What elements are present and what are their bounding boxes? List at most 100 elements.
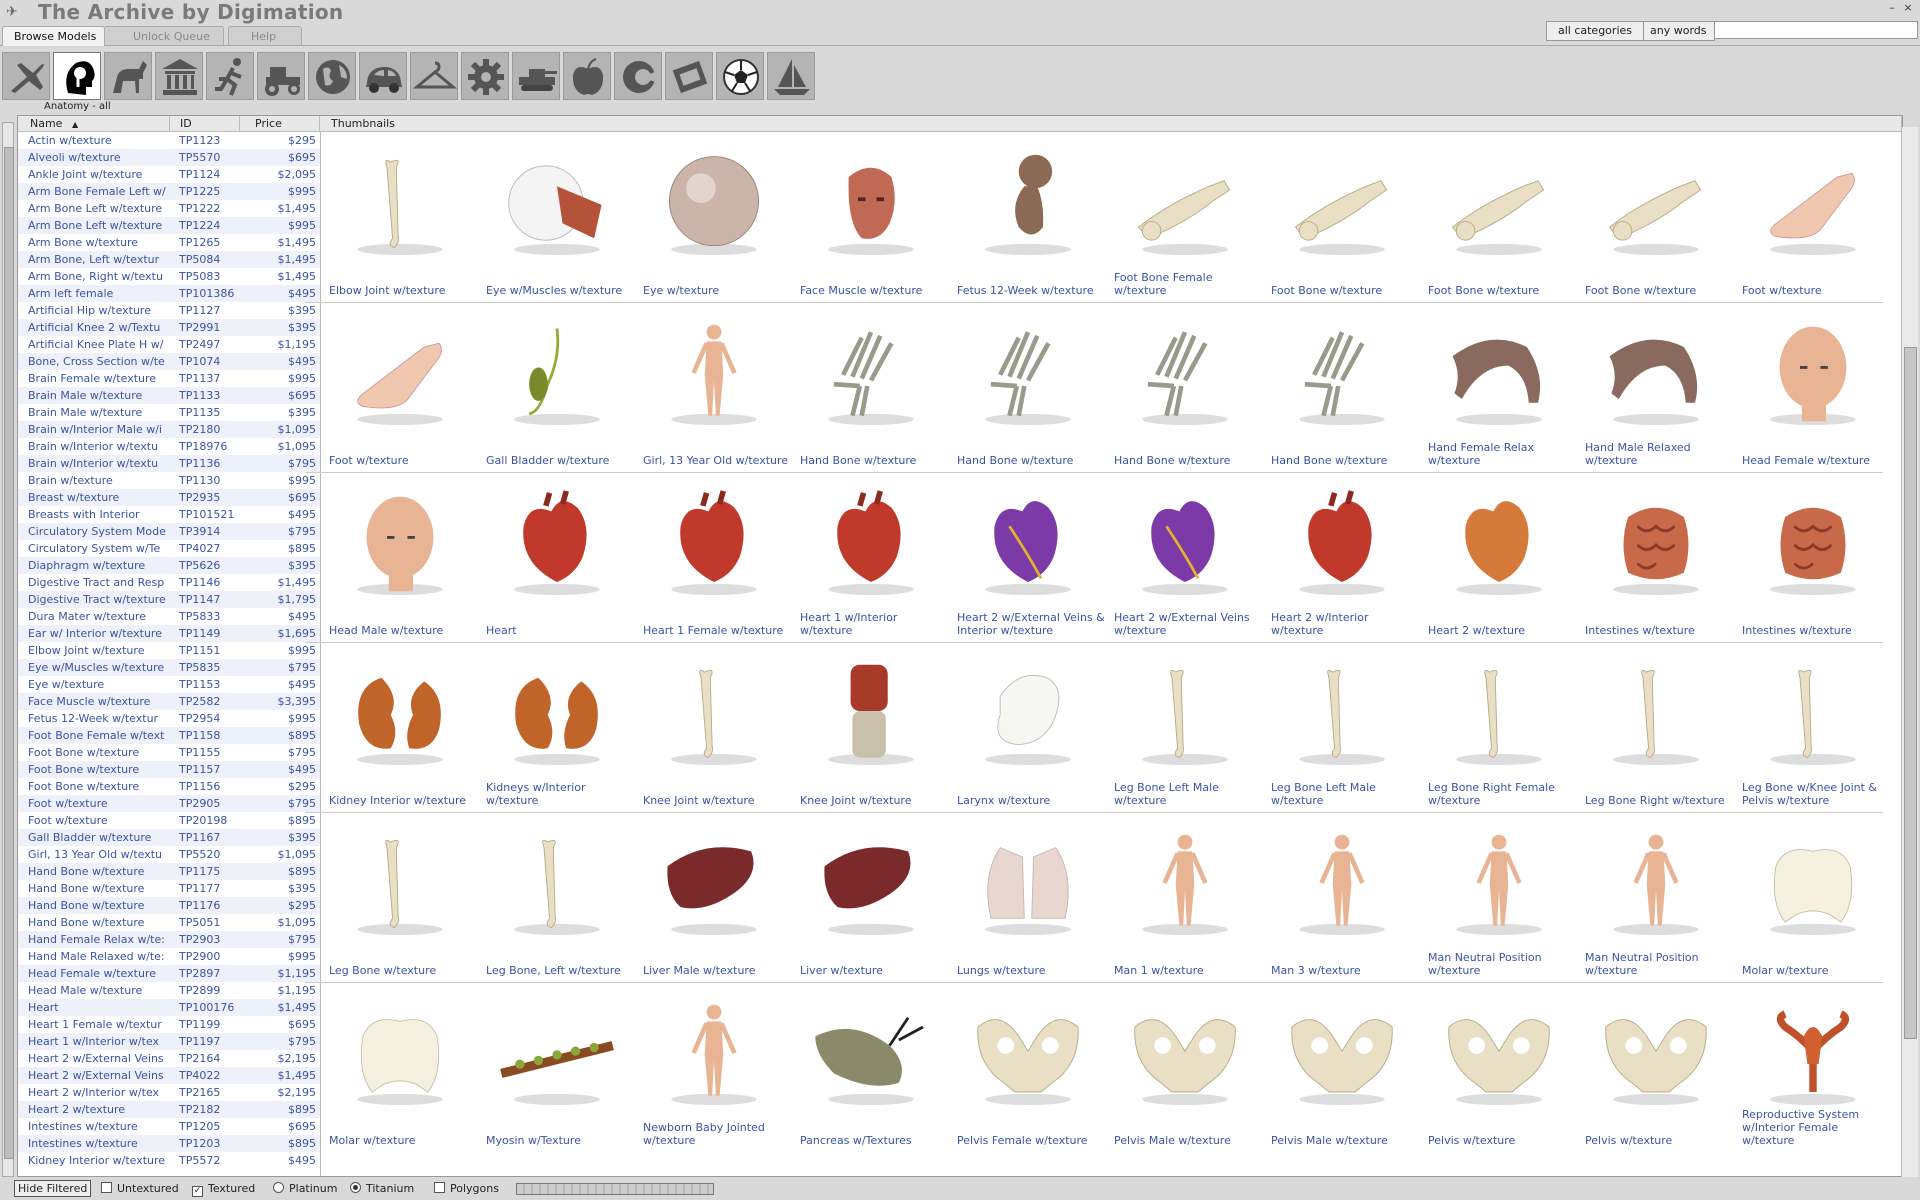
thumbnail-item[interactable]: Intestines w/texture (1577, 473, 1734, 643)
category-button-sailboat[interactable] (767, 52, 815, 100)
thumbnail-item[interactable]: Eye w/Muscles w/texture (478, 133, 635, 303)
list-row[interactable]: Heart 2 w/External Veins TP4022 $1,495 (18, 1067, 320, 1084)
list-row[interactable]: Hand Bone w/texture TP1176 $295 (18, 897, 320, 914)
list-row[interactable]: Arm Bone, Left w/textur TP5084 $1,495 (18, 251, 320, 268)
thumbnail-item[interactable]: Reproductive System w/Interior Female w/… (1734, 983, 1891, 1153)
thumbnail-item[interactable]: Leg Bone w/Knee Joint & Pelvis w/texture (1734, 643, 1891, 813)
thumbnail-item[interactable]: Head Male w/texture (321, 473, 478, 643)
list-row[interactable]: Intestines w/texture TP1203 $895 (18, 1135, 320, 1152)
list-row[interactable]: Hand Female Relax w/te: TP2903 $795 (18, 931, 320, 948)
category-button-abstract[interactable] (614, 52, 662, 100)
list-row[interactable]: Diaphragm w/texture TP5626 $395 (18, 557, 320, 574)
thumbnail-item[interactable]: Foot Bone w/texture (1263, 133, 1420, 303)
list-row[interactable]: Circulatory System w/Te TP4027 $895 (18, 540, 320, 557)
list-row[interactable]: Hand Bone w/texture TP1175 $895 (18, 863, 320, 880)
thumbnail-item[interactable]: Lungs w/texture (949, 813, 1106, 983)
list-row[interactable]: Intestines w/texture TP1205 $695 (18, 1118, 320, 1135)
list-row[interactable]: Arm Bone w/texture TP1265 $1,495 (18, 234, 320, 251)
list-row[interactable]: Bone, Cross Section w/te TP1074 $495 (18, 353, 320, 370)
list-row[interactable]: Hand Male Relaxed w/te: TP2900 $995 (18, 948, 320, 965)
list-row[interactable]: Arm Bone Left w/texture TP1224 $995 (18, 217, 320, 234)
list-row[interactable]: Arm left female TP101386 $495 (18, 285, 320, 302)
thumbnail-item[interactable]: Leg Bone Right w/texture (1577, 643, 1734, 813)
thumbnail-item[interactable]: Leg Bone Left Male w/texture (1263, 643, 1420, 813)
thumbnail-item[interactable]: Hand Bone w/texture (792, 303, 949, 473)
list-row[interactable]: Eye w/Muscles w/texture TP5835 $795 (18, 659, 320, 676)
thumbnail-item[interactable]: Man Neutral Position w/texture (1577, 813, 1734, 983)
left-scrollbar[interactable] (2, 122, 14, 1177)
thumbnail-item[interactable]: Man 1 w/texture (1106, 813, 1263, 983)
thumbnail-item[interactable]: Leg Bone, Left w/texture (478, 813, 635, 983)
list-row[interactable]: Artificial Hip w/texture TP1127 $395 (18, 302, 320, 319)
category-button-film[interactable] (665, 52, 713, 100)
thumbnail-item[interactable]: Knee Joint w/texture (635, 643, 792, 813)
thumbnail-item[interactable]: Leg Bone w/texture (321, 813, 478, 983)
list-row[interactable]: Brain w/Interior w/textu TP1136 $795 (18, 455, 320, 472)
thumbnail-item[interactable]: Man Neutral Position w/texture (1420, 813, 1577, 983)
list-row[interactable]: Eye w/texture TP1153 $495 (18, 676, 320, 693)
thumbnail-item[interactable]: Leg Bone Left Male w/texture (1106, 643, 1263, 813)
thumbnail-item[interactable]: Foot w/texture (321, 303, 478, 473)
category-button-apple[interactable] (563, 52, 611, 100)
list-row[interactable]: Dura Mater w/texture TP5833 $495 (18, 608, 320, 625)
thumbnail-item[interactable]: Hand Bone w/texture (949, 303, 1106, 473)
column-header-id[interactable]: ID (170, 116, 240, 132)
list-row[interactable]: Arm Bone, Right w/textu TP5083 $1,495 (18, 268, 320, 285)
thumbnail-item[interactable]: Fetus 12-Week w/texture (949, 133, 1106, 303)
thumbnail-item[interactable]: Elbow Joint w/texture (321, 133, 478, 303)
left-scrollbar-thumb[interactable] (4, 147, 14, 1159)
thumbnail-item[interactable]: Heart 2 w/External Veins w/texture (1106, 473, 1263, 643)
thumbnail-item[interactable]: Hand Female Relax w/texture (1420, 303, 1577, 473)
list-row[interactable]: Digestive Tract and Resp TP1146 $1,495 (18, 574, 320, 591)
thumbnail-item[interactable]: Foot Bone w/texture (1577, 133, 1734, 303)
thumbnail-item[interactable]: Pelvis w/texture (1577, 983, 1734, 1153)
thumbnail-item[interactable]: Pancreas w/Textures (792, 983, 949, 1153)
list-row[interactable]: Girl, 13 Year Old w/textu TP5520 $1,095 (18, 846, 320, 863)
list-row[interactable]: Foot w/texture TP20198 $895 (18, 812, 320, 829)
thumbnail-item[interactable]: Hand Bone w/texture (1106, 303, 1263, 473)
thumbnail-item[interactable]: Foot Bone w/texture (1420, 133, 1577, 303)
thumbnail-item[interactable]: Liver Male w/texture (635, 813, 792, 983)
platinum-radio[interactable]: Platinum (273, 1182, 337, 1195)
match-mode-dropdown[interactable]: any words (1643, 21, 1715, 41)
list-row[interactable]: Alveoli w/texture TP5570 $695 (18, 149, 320, 166)
list-row[interactable]: Heart 2 w/texture TP2182 $895 (18, 1101, 320, 1118)
tab-help[interactable]: Help (228, 26, 302, 46)
polygons-checkbox[interactable]: Polygons (434, 1182, 499, 1195)
titanium-radio-dot[interactable] (350, 1182, 361, 1193)
thumbnail-item[interactable]: Pelvis Male w/texture (1106, 983, 1263, 1153)
category-dropdown[interactable]: all categories (1546, 21, 1644, 41)
minimize-button[interactable]: – (1886, 1, 1898, 14)
category-button-gear[interactable] (461, 52, 509, 100)
thumbnail-item[interactable]: Face Muscle w/texture (792, 133, 949, 303)
list-row[interactable]: Breasts with Interior TP101521 $495 (18, 506, 320, 523)
thumbnail-item[interactable]: Eye w/texture (635, 133, 792, 303)
tab-unlock-queue[interactable]: Unlock Queue (104, 26, 224, 46)
list-row[interactable]: Circulatory System Mode TP3914 $795 (18, 523, 320, 540)
thumbnail-item[interactable]: Molar w/texture (321, 983, 478, 1153)
list-row[interactable]: Ankle Joint w/texture TP1124 $2,095 (18, 166, 320, 183)
thumbnail-item[interactable]: Hand Male Relaxed w/texture (1577, 303, 1734, 473)
textured-checkbox-box[interactable]: ✓ (192, 1186, 203, 1197)
list-row[interactable]: Head Female w/texture TP2897 $1,195 (18, 965, 320, 982)
list-row[interactable]: Heart TP100176 $1,495 (18, 999, 320, 1016)
thumbnail-item[interactable]: Gall Bladder w/texture (478, 303, 635, 473)
thumbnail-item[interactable]: Leg Bone Right Female w/texture (1420, 643, 1577, 813)
list-row[interactable]: Fetus 12-Week w/textur TP2954 $995 (18, 710, 320, 727)
thumbnail-scrollbar[interactable] (1901, 127, 1918, 1177)
list-row[interactable]: Foot Bone w/texture TP1155 $795 (18, 744, 320, 761)
thumbnail-item[interactable]: Knee Joint w/texture (792, 643, 949, 813)
thumbnail-item[interactable]: Heart 1 Female w/texture (635, 473, 792, 643)
thumbnail-item[interactable]: Girl, 13 Year Old w/texture (635, 303, 792, 473)
thumbnail-item[interactable]: Heart 2 w/External Veins & Interior w/te… (949, 473, 1106, 643)
list-row[interactable]: Arm Bone Left w/texture TP1222 $1,495 (18, 200, 320, 217)
list-row[interactable]: Kidney Interior w/texture TP5572 $495 (18, 1152, 320, 1169)
thumbnail-item[interactable]: Foot Bone Female w/texture (1106, 133, 1263, 303)
list-row[interactable]: Ear w/ Interior w/texture TP1149 $1,695 (18, 625, 320, 642)
column-header-price[interactable]: Price (240, 116, 320, 132)
category-button-globe[interactable] (308, 52, 356, 100)
polygons-checkbox-box[interactable] (434, 1182, 445, 1193)
list-row[interactable]: Head Male w/texture TP2899 $1,195 (18, 982, 320, 999)
category-button-horse[interactable] (104, 52, 152, 100)
list-row[interactable]: Gall Bladder w/texture TP1167 $395 (18, 829, 320, 846)
